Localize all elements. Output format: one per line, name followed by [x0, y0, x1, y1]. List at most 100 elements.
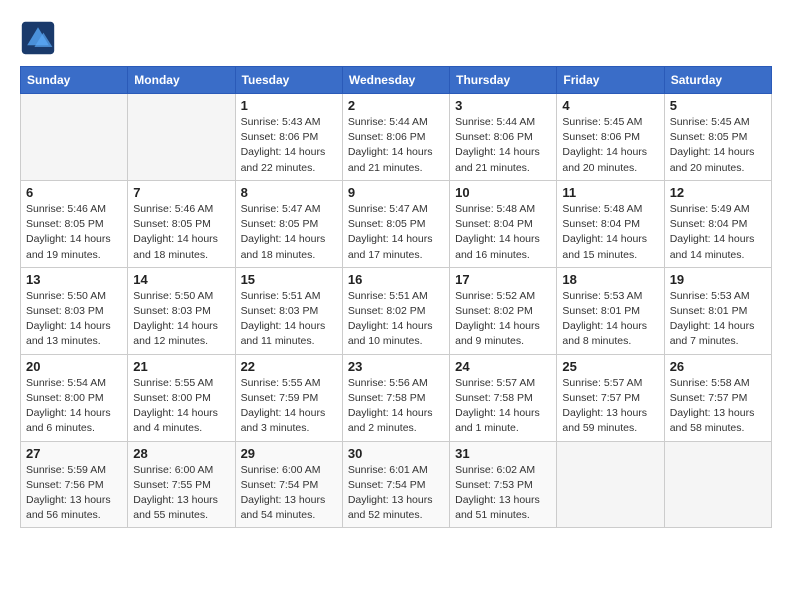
day-number: 1 — [241, 98, 337, 113]
day-info: Sunrise: 5:52 AM Sunset: 8:02 PM Dayligh… — [455, 289, 551, 350]
day-number: 28 — [133, 446, 229, 461]
weekday-header-cell: Tuesday — [235, 67, 342, 94]
calendar-week-row: 27 Sunrise: 5:59 AM Sunset: 7:56 PM Dayli… — [21, 441, 772, 528]
calendar-cell: 28 Sunrise: 6:00 AM Sunset: 7:55 PM Dayli… — [128, 441, 235, 528]
day-info: Sunrise: 5:50 AM Sunset: 8:03 PM Dayligh… — [133, 289, 229, 350]
calendar-cell: 5 Sunrise: 5:45 AM Sunset: 8:05 PM Daylig… — [664, 94, 771, 181]
day-number: 29 — [241, 446, 337, 461]
calendar-cell: 24 Sunrise: 5:57 AM Sunset: 7:58 PM Dayli… — [450, 354, 557, 441]
day-info: Sunrise: 5:46 AM Sunset: 8:05 PM Dayligh… — [133, 202, 229, 263]
weekday-header-cell: Wednesday — [342, 67, 449, 94]
day-number: 25 — [562, 359, 658, 374]
calendar-week-row: 20 Sunrise: 5:54 AM Sunset: 8:00 PM Dayli… — [21, 354, 772, 441]
logo-icon — [20, 20, 56, 56]
day-info: Sunrise: 5:58 AM Sunset: 7:57 PM Dayligh… — [670, 376, 766, 437]
day-number: 11 — [562, 185, 658, 200]
calendar-week-row: 1 Sunrise: 5:43 AM Sunset: 8:06 PM Daylig… — [21, 94, 772, 181]
calendar-cell: 27 Sunrise: 5:59 AM Sunset: 7:56 PM Dayli… — [21, 441, 128, 528]
calendar-cell: 7 Sunrise: 5:46 AM Sunset: 8:05 PM Daylig… — [128, 180, 235, 267]
day-info: Sunrise: 5:44 AM Sunset: 8:06 PM Dayligh… — [455, 115, 551, 176]
day-info: Sunrise: 6:00 AM Sunset: 7:55 PM Dayligh… — [133, 463, 229, 524]
calendar-cell: 31 Sunrise: 6:02 AM Sunset: 7:53 PM Dayli… — [450, 441, 557, 528]
day-number: 27 — [26, 446, 122, 461]
calendar-cell: 22 Sunrise: 5:55 AM Sunset: 7:59 PM Dayli… — [235, 354, 342, 441]
calendar-cell: 8Sunrise: 5:47 AM Sunset: 8:05 PM Daylig… — [235, 180, 342, 267]
day-info: Sunrise: 6:00 AM Sunset: 7:54 PM Dayligh… — [241, 463, 337, 524]
day-number: 7 — [133, 185, 229, 200]
day-info: Sunrise: 6:01 AM Sunset: 7:54 PM Dayligh… — [348, 463, 444, 524]
weekday-header-row: SundayMondayTuesdayWednesdayThursdayFrid… — [21, 67, 772, 94]
calendar-cell — [664, 441, 771, 528]
calendar-cell: 9Sunrise: 5:47 AM Sunset: 8:05 PM Daylig… — [342, 180, 449, 267]
day-info: Sunrise: 5:45 AM Sunset: 8:06 PM Dayligh… — [562, 115, 658, 176]
weekday-header-cell: Monday — [128, 67, 235, 94]
calendar-cell: 16 Sunrise: 5:51 AM Sunset: 8:02 PM Dayli… — [342, 267, 449, 354]
day-number: 10 — [455, 185, 551, 200]
day-number: 23 — [348, 359, 444, 374]
logo — [20, 20, 60, 56]
day-number: 22 — [241, 359, 337, 374]
day-info: Sunrise: 5:56 AM Sunset: 7:58 PM Dayligh… — [348, 376, 444, 437]
day-number: 9 — [348, 185, 444, 200]
day-number: 14 — [133, 272, 229, 287]
day-info: Sunrise: 5:43 AM Sunset: 8:06 PM Dayligh… — [241, 115, 337, 176]
calendar-cell: 23 Sunrise: 5:56 AM Sunset: 7:58 PM Dayli… — [342, 354, 449, 441]
calendar-cell: 15 Sunrise: 5:51 AM Sunset: 8:03 PM Dayli… — [235, 267, 342, 354]
day-number: 21 — [133, 359, 229, 374]
calendar-cell: 20 Sunrise: 5:54 AM Sunset: 8:00 PM Dayli… — [21, 354, 128, 441]
weekday-header-cell: Saturday — [664, 67, 771, 94]
calendar-week-row: 6 Sunrise: 5:46 AM Sunset: 8:05 PM Daylig… — [21, 180, 772, 267]
calendar-cell: 17Sunrise: 5:52 AM Sunset: 8:02 PM Dayli… — [450, 267, 557, 354]
calendar-cell: 6 Sunrise: 5:46 AM Sunset: 8:05 PM Daylig… — [21, 180, 128, 267]
day-info: Sunrise: 5:51 AM Sunset: 8:03 PM Dayligh… — [241, 289, 337, 350]
calendar-cell: 10Sunrise: 5:48 AM Sunset: 8:04 PM Dayli… — [450, 180, 557, 267]
weekday-header-cell: Sunday — [21, 67, 128, 94]
day-info: Sunrise: 5:49 AM Sunset: 8:04 PM Dayligh… — [670, 202, 766, 263]
calendar-cell: 3 Sunrise: 5:44 AM Sunset: 8:06 PM Daylig… — [450, 94, 557, 181]
calendar-cell: 14 Sunrise: 5:50 AM Sunset: 8:03 PM Dayli… — [128, 267, 235, 354]
day-number: 24 — [455, 359, 551, 374]
day-info: Sunrise: 5:54 AM Sunset: 8:00 PM Dayligh… — [26, 376, 122, 437]
calendar-cell: 1 Sunrise: 5:43 AM Sunset: 8:06 PM Daylig… — [235, 94, 342, 181]
day-info: Sunrise: 5:48 AM Sunset: 8:04 PM Dayligh… — [562, 202, 658, 263]
day-info: Sunrise: 5:55 AM Sunset: 7:59 PM Dayligh… — [241, 376, 337, 437]
day-number: 19 — [670, 272, 766, 287]
day-info: Sunrise: 5:55 AM Sunset: 8:00 PM Dayligh… — [133, 376, 229, 437]
day-number: 20 — [26, 359, 122, 374]
day-info: Sunrise: 5:47 AM Sunset: 8:05 PM Dayligh… — [241, 202, 337, 263]
day-number: 30 — [348, 446, 444, 461]
day-info: Sunrise: 5:59 AM Sunset: 7:56 PM Dayligh… — [26, 463, 122, 524]
day-number: 12 — [670, 185, 766, 200]
day-number: 16 — [348, 272, 444, 287]
day-number: 2 — [348, 98, 444, 113]
page-header — [20, 20, 772, 56]
day-number: 15 — [241, 272, 337, 287]
day-info: Sunrise: 5:51 AM Sunset: 8:02 PM Dayligh… — [348, 289, 444, 350]
calendar-cell: 18Sunrise: 5:53 AM Sunset: 8:01 PM Dayli… — [557, 267, 664, 354]
calendar-cell: 11 Sunrise: 5:48 AM Sunset: 8:04 PM Dayli… — [557, 180, 664, 267]
day-info: Sunrise: 5:46 AM Sunset: 8:05 PM Dayligh… — [26, 202, 122, 263]
weekday-header-cell: Thursday — [450, 67, 557, 94]
day-info: Sunrise: 5:57 AM Sunset: 7:58 PM Dayligh… — [455, 376, 551, 437]
day-info: Sunrise: 5:44 AM Sunset: 8:06 PM Dayligh… — [348, 115, 444, 176]
day-number: 6 — [26, 185, 122, 200]
calendar-table: SundayMondayTuesdayWednesdayThursdayFrid… — [20, 66, 772, 528]
calendar-week-row: 13 Sunrise: 5:50 AM Sunset: 8:03 PM Dayli… — [21, 267, 772, 354]
calendar-cell: 13 Sunrise: 5:50 AM Sunset: 8:03 PM Dayli… — [21, 267, 128, 354]
calendar-cell: 2 Sunrise: 5:44 AM Sunset: 8:06 PM Daylig… — [342, 94, 449, 181]
calendar-cell — [21, 94, 128, 181]
day-info: Sunrise: 5:50 AM Sunset: 8:03 PM Dayligh… — [26, 289, 122, 350]
day-number: 31 — [455, 446, 551, 461]
calendar-cell — [128, 94, 235, 181]
day-number: 3 — [455, 98, 551, 113]
day-number: 18 — [562, 272, 658, 287]
day-number: 4 — [562, 98, 658, 113]
day-number: 13 — [26, 272, 122, 287]
day-number: 5 — [670, 98, 766, 113]
calendar-cell: 25 Sunrise: 5:57 AM Sunset: 7:57 PM Dayli… — [557, 354, 664, 441]
calendar-cell: 30 Sunrise: 6:01 AM Sunset: 7:54 PM Dayli… — [342, 441, 449, 528]
day-info: Sunrise: 6:02 AM Sunset: 7:53 PM Dayligh… — [455, 463, 551, 524]
day-info: Sunrise: 5:53 AM Sunset: 8:01 PM Dayligh… — [670, 289, 766, 350]
day-info: Sunrise: 5:45 AM Sunset: 8:05 PM Dayligh… — [670, 115, 766, 176]
day-info: Sunrise: 5:57 AM Sunset: 7:57 PM Dayligh… — [562, 376, 658, 437]
